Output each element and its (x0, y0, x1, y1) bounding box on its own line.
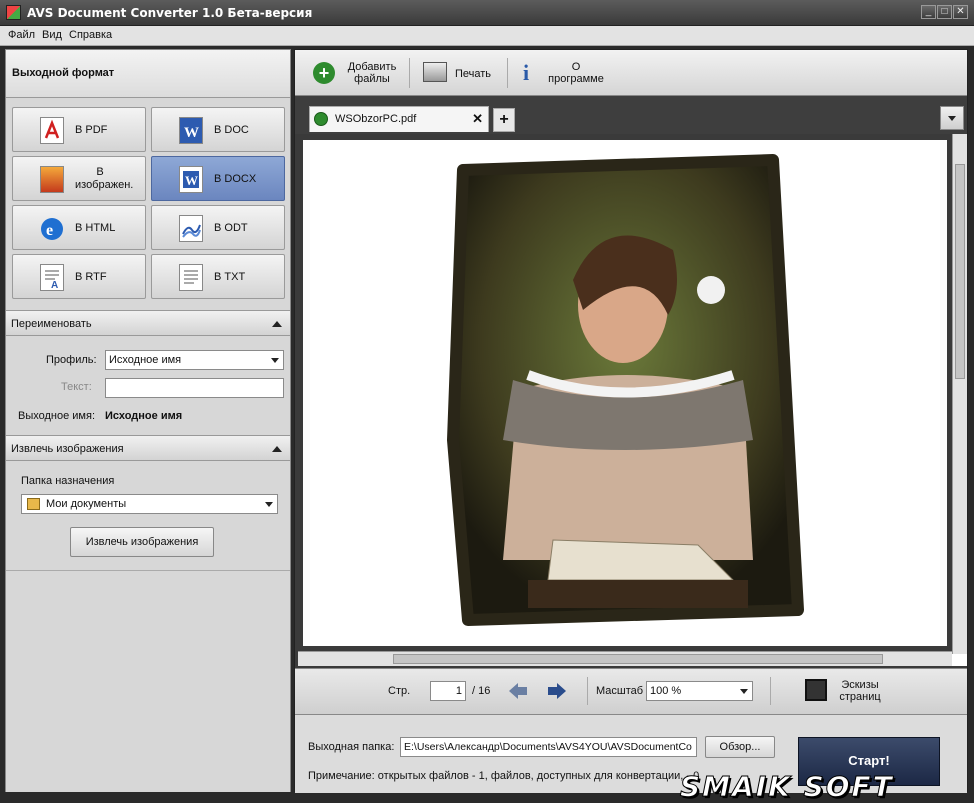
svg-text:A: A (51, 280, 58, 290)
add-files-button[interactable]: Добавить файлы (343, 61, 401, 85)
horizontal-scrollbar[interactable] (298, 651, 952, 666)
dest-folder-select[interactable]: Мои документы (21, 494, 278, 514)
profile-select[interactable]: Исходное имя (105, 350, 284, 370)
html-icon: e (40, 215, 64, 242)
vertical-scrollbar[interactable] (952, 134, 967, 654)
svg-text:e: e (46, 222, 53, 239)
rename-section-header[interactable]: Переименовать (6, 310, 290, 336)
output-name-value: Исходное имя (105, 410, 183, 422)
next-page-button[interactable] (546, 681, 568, 701)
tab-list-button[interactable] (940, 106, 964, 130)
left-panel-empty (6, 570, 290, 792)
dest-folder-label: Папка назначения (21, 475, 115, 487)
tab-document[interactable]: WSObzorPC.pdf ✕ (309, 106, 489, 132)
format-pdf-button[interactable]: В PDF (12, 107, 146, 152)
chevron-down-icon (271, 358, 279, 363)
svg-text:W: W (184, 125, 199, 141)
maximize-button[interactable]: □ (937, 5, 952, 19)
format-html-button[interactable]: e В HTML (12, 205, 146, 250)
left-panel: Выходной формат В PDF W В DOC В изображе… (5, 49, 291, 792)
separator (507, 58, 508, 88)
output-format-header: Выходной формат (6, 50, 290, 98)
document-tab-icon (314, 112, 328, 126)
format-txt-button[interactable]: В TXT (151, 254, 285, 299)
separator (409, 58, 410, 88)
close-button[interactable]: ✕ (953, 5, 968, 19)
text-label: Текст: (61, 381, 92, 393)
navigation-bar: Стр. 1 / 16 Масштаб 100 % Эскизы страниц (295, 668, 967, 714)
title-bar: AVS Document Converter 1.0 Бета-версия _… (0, 0, 974, 26)
profile-label: Профиль: (46, 354, 97, 366)
about-button[interactable]: О программе (545, 61, 607, 85)
text-input[interactable] (105, 378, 284, 398)
chevron-down-icon (265, 502, 273, 507)
toolbar: + Добавить файлы Печать i О программе (295, 50, 967, 96)
format-docx-button[interactable]: W В DOCX (151, 156, 285, 201)
scroll-thumb[interactable] (393, 654, 883, 664)
zoom-label: Масштаб (596, 685, 644, 697)
page-input[interactable]: 1 (430, 681, 466, 701)
app-icon (6, 5, 21, 20)
page-thumbnails-button[interactable]: Эскизы страниц (835, 679, 885, 703)
pdf-icon (40, 117, 64, 144)
separator (587, 677, 588, 705)
collapse-icon (272, 321, 282, 327)
folder-icon (27, 498, 40, 510)
doc-icon: W (179, 117, 203, 144)
document-page (298, 134, 952, 651)
info-icon[interactable]: i (523, 60, 533, 85)
new-tab-button[interactable]: + (493, 108, 515, 132)
document-photo (447, 154, 804, 626)
right-panel: + Добавить файлы Печать i О программе WS… (294, 49, 968, 793)
odt-icon (179, 215, 203, 242)
printer-icon[interactable] (423, 62, 447, 82)
extract-images-button[interactable]: Извлечь изображения (70, 527, 214, 557)
format-image-button[interactable]: В изображен. (12, 156, 146, 201)
minimize-button[interactable]: _ (921, 5, 936, 19)
format-doc-button[interactable]: W В DOC (151, 107, 285, 152)
window-title: AVS Document Converter 1.0 Бета-версия (27, 6, 313, 20)
separator (770, 677, 771, 705)
watermark-text: SMAIK SOFT (680, 770, 894, 803)
scroll-thumb[interactable] (955, 164, 965, 379)
arrow-right-icon (548, 683, 566, 699)
menu-bar: Файл Вид Справка (0, 26, 974, 46)
menu-help[interactable]: Справка (69, 29, 112, 41)
print-button[interactable]: Печать (455, 68, 491, 80)
page-total: / 16 (472, 685, 491, 697)
browse-button[interactable]: Обзор... (705, 736, 775, 758)
txt-icon (179, 264, 203, 291)
docx-icon: W (179, 166, 203, 193)
chevron-down-icon (740, 689, 748, 694)
collapse-icon (272, 446, 282, 452)
format-odt-button[interactable]: В ODT (151, 205, 285, 250)
add-icon[interactable]: + (313, 62, 335, 84)
arrow-left-icon (509, 683, 527, 699)
page-label: Стр. (388, 685, 411, 697)
zoom-select[interactable]: 100 % (646, 681, 753, 701)
image-icon (40, 166, 64, 193)
extract-section-header[interactable]: Извлечь изображения (6, 435, 290, 461)
output-name-label: Выходное имя: (18, 410, 95, 422)
tab-bar: WSObzorPC.pdf ✕ + (295, 96, 967, 134)
rtf-icon: A (40, 264, 64, 291)
menu-view[interactable]: Вид (42, 29, 62, 41)
format-rtf-button[interactable]: A В RTF (12, 254, 146, 299)
thumbnails-icon[interactable] (805, 679, 827, 701)
menu-file[interactable]: Файл (8, 29, 35, 41)
chevron-down-icon (948, 116, 956, 121)
output-folder-label: Выходная папка: (308, 741, 395, 753)
document-viewer[interactable] (298, 134, 967, 666)
output-folder-input[interactable]: E:\Users\Александр\Documents\AVS4YOU\AVS… (400, 737, 697, 757)
svg-text:W: W (185, 173, 198, 188)
close-tab-icon[interactable]: ✕ (472, 111, 483, 127)
prev-page-button[interactable] (507, 681, 529, 701)
